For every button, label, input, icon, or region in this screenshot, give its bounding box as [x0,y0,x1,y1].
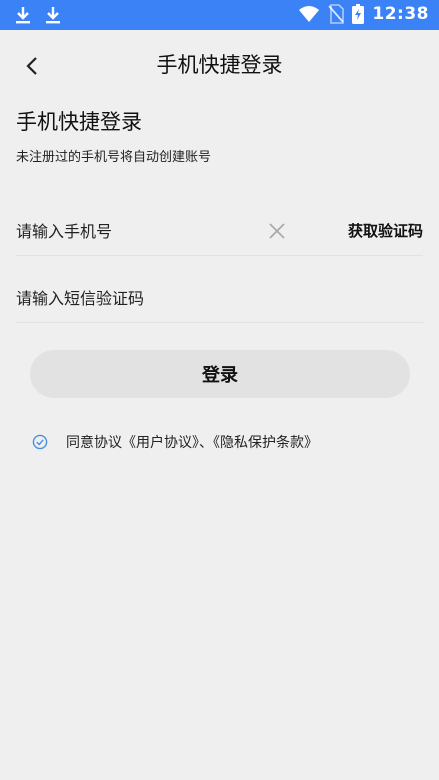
code-row [16,273,423,323]
agreement-text[interactable]: 同意协议《用户协议》、《隐私保护条款》 [66,432,318,452]
status-bar: 12:38 [0,0,439,30]
check-circle-icon[interactable] [32,434,48,450]
page-subtitle: 未注册过的手机号将自动创建账号 [16,150,212,165]
phone-row: 获取验证码 [16,206,423,256]
clear-button[interactable] [266,220,288,242]
header-title: 手机快捷登录 [156,53,283,77]
no-sim-icon [328,4,345,24]
agreement-row: 同意协议《用户协议》、《隐私保护条款》 [32,431,318,453]
login-button[interactable]: 登录 [30,350,410,398]
sms-code-input[interactable] [16,285,396,311]
page-title: 手机快捷登录 [16,110,142,134]
download-icon [16,7,30,24]
battery-charging-icon [352,4,365,24]
close-icon [269,223,285,239]
back-button[interactable] [16,50,48,82]
header: 手机快捷登录 [0,30,439,98]
phone-input[interactable] [16,218,256,244]
status-time: 12:38 [372,4,429,24]
get-code-button[interactable]: 获取验证码 [348,220,423,241]
chevron-left-icon [26,57,37,75]
status-right: 12:38 [298,4,429,24]
download-icon [46,7,60,24]
status-left [14,5,62,25]
wifi-icon [299,6,320,22]
